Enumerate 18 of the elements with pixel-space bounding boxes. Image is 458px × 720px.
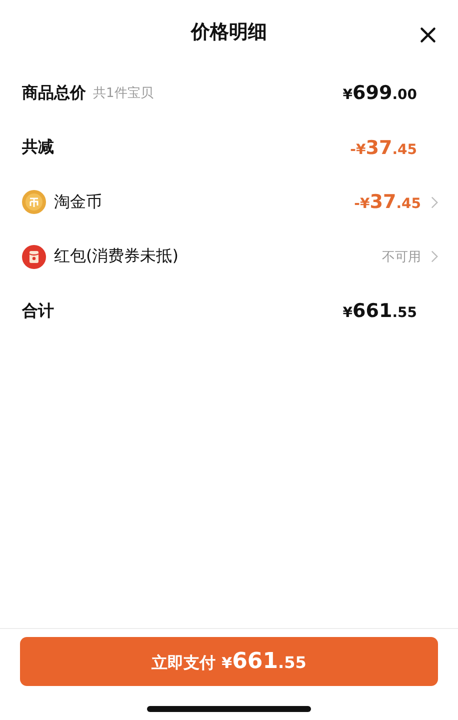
amount: -¥37.45 bbox=[354, 191, 421, 214]
chevron-right-icon[interactable] bbox=[431, 196, 438, 209]
row-label: 红包(消费券未抵) bbox=[54, 246, 178, 268]
chevron-right-icon[interactable] bbox=[431, 250, 438, 264]
amount: ¥699.00 bbox=[342, 82, 417, 104]
envelope-icon bbox=[22, 244, 46, 269]
row-label: 商品总价 bbox=[22, 82, 86, 104]
amount: 不可用 bbox=[382, 248, 421, 266]
close-icon[interactable] bbox=[419, 26, 437, 44]
pay-button[interactable]: 立即支付 ¥661.55 bbox=[20, 637, 438, 686]
amount: -¥37.45 bbox=[350, 136, 417, 159]
coin-icon bbox=[22, 190, 46, 214]
row-label: 合计 bbox=[22, 300, 54, 322]
item-count: 共1件宝贝 bbox=[93, 85, 154, 102]
row-label: 淘金币 bbox=[54, 192, 102, 213]
sheet-title: 价格明细 bbox=[191, 20, 267, 45]
amount: ¥661.55 bbox=[342, 300, 417, 322]
row-label: 共减 bbox=[22, 137, 54, 158]
